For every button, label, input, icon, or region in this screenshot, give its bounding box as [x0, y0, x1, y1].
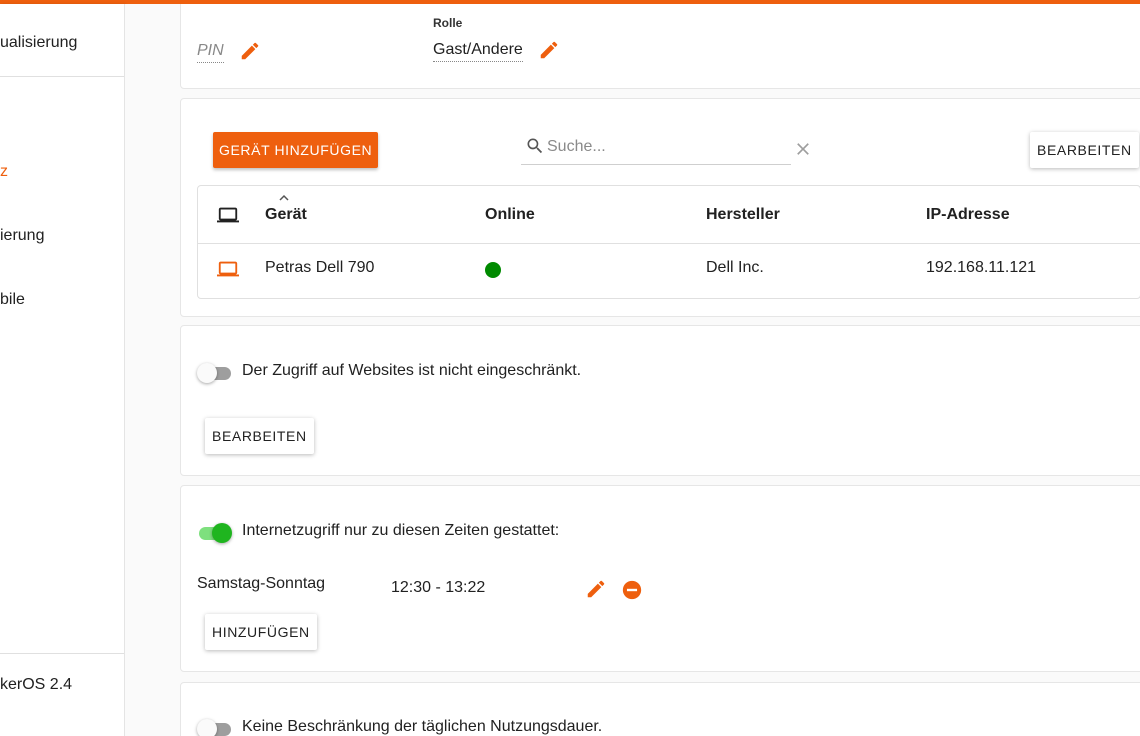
sidebar-item-visualisierung[interactable]: ualisierung	[0, 34, 77, 52]
role-edit-icon[interactable]	[538, 39, 560, 61]
devices-card: GERÄT HINZUFÜGEN BEARBEITEN Gerät Online…	[180, 98, 1140, 317]
role-label: Rolle	[433, 16, 463, 30]
remove-circle-icon[interactable]	[621, 579, 643, 601]
online-status-dot	[485, 262, 501, 278]
edit-websites-button[interactable]: BEARBEITEN	[205, 418, 314, 454]
device-search	[521, 129, 791, 165]
usage-toggle[interactable]	[197, 718, 233, 736]
sidebar-divider	[0, 653, 124, 654]
schedule-card: Internetzugriff nur zu diesen Zeiten ges…	[180, 485, 1140, 672]
usage-card: Keine Beschränkung der täglichen Nutzung…	[180, 682, 1140, 736]
device-name: Petras Dell 790	[265, 259, 375, 276]
sidebar-item-active[interactable]: z	[0, 163, 8, 181]
profile-card: PIN Rolle Gast/Andere	[180, 4, 1140, 89]
column-header-ip[interactable]: IP-Adresse	[926, 206, 1010, 224]
device-ip: 192.168.11.121	[926, 259, 1037, 276]
add-device-button[interactable]: GERÄT HINZUFÜGEN	[213, 132, 379, 168]
schedule-toggle[interactable]	[197, 522, 233, 544]
websites-toggle[interactable]	[197, 362, 233, 384]
sidebar-item-steuerung[interactable]: ierung	[0, 227, 44, 245]
table-divider	[198, 243, 1140, 244]
sidebar-divider	[0, 76, 124, 77]
column-header-online[interactable]: Online	[485, 206, 535, 224]
device-manufacturer: Dell Inc.	[706, 259, 764, 276]
pin-field[interactable]: PIN	[197, 41, 224, 63]
clear-search-icon[interactable]	[793, 139, 813, 159]
device-table: Gerät Online Hersteller IP-Adresse Petra…	[197, 185, 1140, 299]
column-header-manufacturer[interactable]: Hersteller	[706, 206, 780, 224]
add-schedule-button[interactable]: HINZUFÜGEN	[205, 614, 317, 650]
edit-devices-button[interactable]: BEARBEITEN	[1030, 132, 1139, 168]
schedule-edit-icon[interactable]	[585, 578, 607, 600]
laptop-header-icon	[217, 207, 239, 223]
usage-status-text: Keine Beschränkung der täglichen Nutzung…	[242, 718, 603, 735]
websites-status-text: Der Zugriff auf Websites ist nicht einge…	[242, 362, 582, 379]
column-header-device[interactable]: Gerät	[265, 206, 307, 224]
sidebar-item-profile[interactable]: bile	[0, 291, 25, 309]
schedule-time: 12:30 - 13:22	[391, 579, 486, 596]
search-icon	[527, 138, 543, 154]
sort-ascending-icon[interactable]	[278, 194, 290, 202]
websites-card: Der Zugriff auf Websites ist nicht einge…	[180, 325, 1140, 476]
role-field[interactable]: Gast/Andere	[433, 40, 523, 62]
search-input[interactable]	[547, 135, 787, 159]
pin-edit-icon[interactable]	[239, 40, 261, 62]
sidebar: ualisierung z ierung bile kerOS 2.4	[0, 4, 125, 736]
sidebar-version: kerOS 2.4	[0, 676, 73, 693]
schedule-days: Samstag-Sonntag	[197, 575, 326, 592]
main-content: PIN Rolle Gast/Andere GERÄT HINZUFÜGEN B…	[125, 4, 1140, 736]
schedule-status-text: Internetzugriff nur zu diesen Zeiten ges…	[242, 522, 560, 539]
laptop-icon	[217, 261, 239, 277]
